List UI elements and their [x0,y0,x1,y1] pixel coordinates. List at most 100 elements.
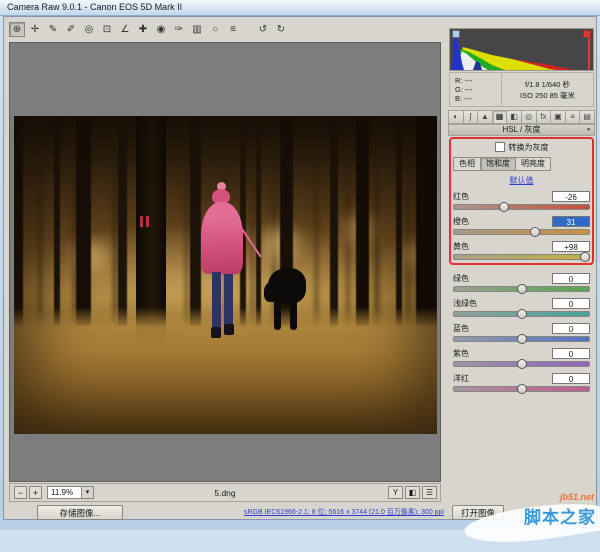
slider-line: 紫色 0 [453,347,590,359]
radial-filter-tool[interactable]: ○ [207,22,223,37]
tab-presets[interactable]: ≡ [565,110,581,124]
iso-focal-label: ISO 250 85 毫米 [519,91,576,100]
subtab-2[interactable]: 明亮度 [515,157,551,171]
tab-effects[interactable]: fx [536,110,552,124]
adjustments-panel: R: --- G: --- B: --- f/1.8 1/640 秒 ISO 250… [445,25,598,483]
slider-track[interactable] [453,284,590,294]
slider-handle[interactable] [516,334,527,344]
tab-snapshots[interactable]: ▤ [580,110,595,124]
spot-removal-tool[interactable]: ✚ [135,22,151,37]
tab-lens-corrections[interactable]: ◎ [521,110,537,124]
slider-label: 紫色 [453,348,469,358]
slider-track[interactable] [453,227,590,237]
slider-track[interactable] [453,252,590,262]
targeted-adjustment-tool[interactable]: ◎ [81,22,97,37]
slider-handle[interactable] [579,252,590,262]
shadow-clipping-indicator[interactable] [452,30,460,38]
color-sampler-tool[interactable]: ✐ [63,22,79,37]
preferences-button[interactable]: ≡ [225,22,241,37]
red-eye-removal-tool[interactable]: ◉ [153,22,169,37]
filename-label: 5.dng [214,488,236,498]
slider-value-field[interactable]: +98 [552,240,590,252]
slider-track[interactable] [453,334,590,344]
slider-value-field[interactable]: 0 [552,347,590,359]
convert-to-grayscale-checkbox[interactable] [494,142,505,152]
white-balance-tool[interactable]: ✎ [45,22,61,37]
preview-settings-menu[interactable]: ☰ [422,486,437,499]
save-image-button[interactable]: 存储图像... [37,505,123,520]
photo-canvas[interactable] [14,116,437,434]
slider-handle[interactable] [498,202,509,212]
preview-toggles: Y ◧ ☰ [388,486,437,499]
photo-vignette [14,116,437,434]
slider-track[interactable] [453,202,590,212]
slider-track[interactable] [453,359,590,369]
slider-label: 绿色 [453,273,469,283]
image-preview-area [9,42,441,482]
straighten-tool[interactable]: ∠ [117,22,133,37]
dialog-footer: 存储图像... sRGB IEC61966-2.1; 8 位; 5616 x 3… [9,505,509,521]
slider-value-field[interactable]: 0 [552,322,590,334]
subtab-0[interactable]: 色相 [453,157,480,171]
hsl-slider-6: 紫色 0 [453,347,590,369]
slider-line: 黄色 +98 [453,240,590,252]
slider-handle[interactable] [516,284,527,294]
zoom-tool[interactable]: ⊕ [9,22,25,37]
tab-split-toning[interactable]: ◧ [507,110,522,124]
slider-value-field[interactable]: 0 [552,272,590,284]
rgb-label: B: [455,94,465,103]
slider-label: 黄色 [453,241,469,251]
preview-toggle-before-after[interactable]: Y [388,486,403,499]
workflow-options-link[interactable]: sRGB IEC61966-2.1; 8 位; 5616 x 3744 (21.… [237,507,451,517]
preview-toggle-split[interactable]: ◧ [405,486,420,499]
slider-line: 绿色 0 [453,272,590,284]
adjustment-brush-tool[interactable]: ✑ [171,22,187,37]
hsl-subtabs: 色相 饱和度 明亮度 [453,157,590,171]
rgb-label: G: [455,85,466,94]
slider-label: 红色 [453,191,469,201]
slider-handle[interactable] [516,384,527,394]
panel-tabs: ◐ ∫ ▲ ▦ ◧ ◎ fx ▣ ≡ ▤ [448,110,595,124]
rotate-right-button[interactable]: ↻ [273,22,289,37]
hsl-slider-7: 洋红 0 [453,372,590,394]
panel-menu-arrow-icon[interactable]: ▸ [587,125,591,135]
tab-tone-curve[interactable]: ∫ [463,110,479,124]
rotate-left-button[interactable]: ↺ [255,22,271,37]
slider-value-field[interactable]: 0 [552,372,590,384]
convert-to-grayscale-label: 转换为灰度 [508,142,549,152]
histogram-plot [452,31,590,70]
open-image-button[interactable]: 打开图像 [452,505,504,520]
hsl-panel-content: 转换为灰度 色相 饱和度 明亮度 默认值 红色 -26 橙色 31 黄色 +98 绿色 0 浅绿色 0… [448,136,595,480]
preview-zoom-bar: − + 11.9% ▾ 5.dng Y ◧ ☰ [9,483,441,502]
slider-track[interactable] [453,384,590,394]
hsl-slider-3: 绿色 0 [453,272,590,294]
hsl-slider-2: 黄色 +98 [453,240,590,262]
slider-track[interactable] [453,309,590,319]
slider-handle[interactable] [516,309,527,319]
slider-label: 橙色 [453,216,469,226]
tab-basic[interactable]: ◐ [448,110,464,124]
slider-value-field[interactable]: -26 [552,190,590,202]
subtab-1[interactable]: 饱和度 [480,157,515,171]
rgb-label: R: [455,76,465,85]
tab-detail[interactable]: ▲ [478,110,493,124]
aperture-shutter-label: f/1.8 1/640 秒 [524,80,571,89]
graduated-filter-tool[interactable]: ▥ [189,22,205,37]
rgb-value: --- [464,76,473,85]
slider-handle[interactable] [530,227,540,237]
slider-value-field[interactable]: 0 [552,297,590,309]
camera-raw-dialog: ⊕ ✛ ✎ ✐ ◎ ⊡ ∠ ✚ ◉ ✑ ▥ ○ ≡ ↺ ↻ − + 11.9% … [3,16,597,520]
crop-tool[interactable]: ⊡ [99,22,115,37]
highlight-clipping-indicator[interactable] [583,30,591,38]
tab-hsl-grayscale[interactable]: ▦ [492,110,508,124]
slider-line: 橙色 31 [453,215,590,227]
window-title: Camera Raw 9.0.1 - Canon EOS 5D Mark II [7,2,183,12]
hand-tool[interactable]: ✛ [27,22,43,37]
histogram[interactable] [449,28,594,71]
exposure-info-box: R: --- G: --- B: --- f/1.8 1/640 秒 ISO 250… [449,72,594,107]
slider-handle[interactable] [516,359,527,369]
tab-camera-calibration[interactable]: ▣ [551,110,566,124]
default-values-link[interactable]: 默认值 [453,175,590,186]
slider-value-field[interactable]: 31 [552,215,590,227]
window-titlebar[interactable]: Camera Raw 9.0.1 - Canon EOS 5D Mark II [0,0,600,16]
